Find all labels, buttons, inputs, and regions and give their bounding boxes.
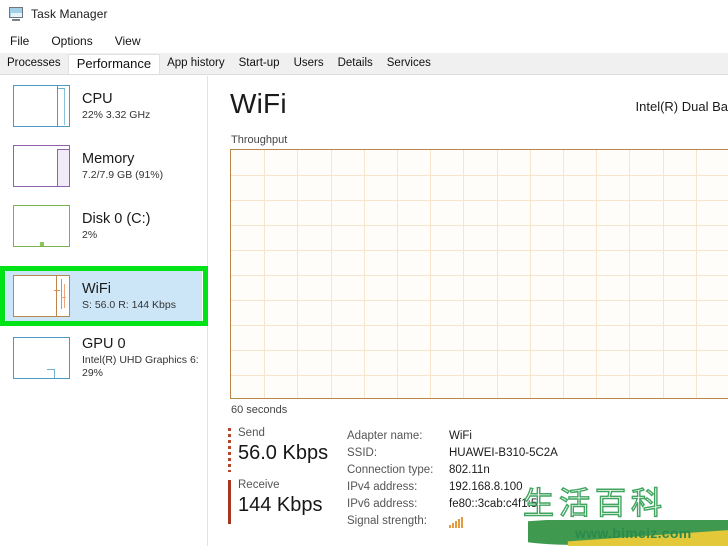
tab-start-up[interactable]: Start-up <box>232 54 287 74</box>
receive-value: 144 Kbps <box>238 494 323 516</box>
info-label-adapter-name: Adapter name: <box>347 430 423 442</box>
chart-gridline-horizontal <box>231 200 728 201</box>
network-stats: Send 56.0 Kbps Receive 144 Kbps Adapter … <box>228 426 728 546</box>
adapter-info-list: Adapter name: WiFi SSID: HUAWEI-B310-5C2… <box>347 428 727 530</box>
sidebar-item-memory[interactable]: Memory 7.2/7.9 GB (91%) <box>0 136 207 196</box>
info-label-ssid: SSID: <box>347 447 378 459</box>
performance-detail-panel: WiFi Intel(R) Dual Ba Throughput 60 seco… <box>209 76 728 546</box>
task-manager-icon <box>8 7 24 21</box>
info-row-ipv4: IPv4 address: 192.168.8.100 <box>347 479 727 496</box>
sidebar-item-memory-sub: 7.2/7.9 GB (91%) <box>82 168 164 181</box>
sidebar-item-wifi-title: WiFi <box>82 280 111 297</box>
chart-gridline-horizontal <box>231 375 728 376</box>
chart-gridline-horizontal <box>231 300 728 301</box>
info-value-ipv4: 192.168.8.100 <box>449 481 523 493</box>
sidebar-item-memory-title: Memory <box>82 150 135 167</box>
resource-sidebar: CPU 22% 3.32 GHz Memory 7.2/7.9 GB (91%)… <box>0 76 208 546</box>
wifi-thumbnail <box>13 275 70 317</box>
sidebar-item-disk-sub: 2% <box>82 228 98 241</box>
sidebar-item-cpu[interactable]: CPU 22% 3.32 GHz <box>0 76 207 136</box>
info-value-adapter-name: WiFi <box>449 430 472 442</box>
info-row-ipv6: IPv6 address: fe80::3cab:c4f1:5 <box>347 496 727 513</box>
tab-app-history[interactable]: App history <box>160 54 232 74</box>
info-label-connection-type: Connection type: <box>347 464 434 476</box>
info-label-signal-strength: Signal strength: <box>347 515 427 527</box>
disk-thumbnail <box>13 205 70 247</box>
title-bar: Task Manager <box>0 0 728 28</box>
menu-item-view[interactable]: View <box>113 33 143 49</box>
sidebar-item-gpu-sub2: 29% <box>82 367 104 379</box>
sidebar-item-disk-title: Disk 0 (C:) <box>82 210 151 227</box>
sidebar-item-wifi-sub: S: 56.0 R: 144 Kbps <box>82 298 176 311</box>
info-value-ipv6: fe80::3cab:c4f1:5 <box>449 498 538 510</box>
sidebar-item-gpu[interactable]: GPU 0 Intel(R) UHD Graphics 6: 29% <box>0 328 207 388</box>
send-color-marker <box>228 428 231 472</box>
receive-color-marker <box>228 480 231 524</box>
sidebar-item-gpu-sub: Intel(R) UHD Graphics 6: <box>82 354 199 366</box>
menu-item-file[interactable]: File <box>8 33 31 49</box>
info-row-connection-type: Connection type: 802.11n <box>347 462 727 479</box>
info-row-signal-strength: Signal strength: <box>347 513 727 530</box>
tab-details[interactable]: Details <box>331 54 380 74</box>
memory-thumbnail <box>13 145 70 187</box>
menu-item-options[interactable]: Options <box>49 33 94 49</box>
sidebar-item-wifi[interactable]: WiFi S: 56.0 R: 144 Kbps <box>0 266 207 326</box>
info-label-ipv4: IPv4 address: <box>347 481 418 493</box>
sidebar-item-cpu-sub: 22% 3.32 GHz <box>82 108 151 121</box>
info-row-ssid: SSID: HUAWEI-B310-5C2A <box>347 445 727 462</box>
send-value: 56.0 Kbps <box>238 442 329 464</box>
tab-strip: Processes Performance App history Start-… <box>0 53 728 75</box>
sidebar-item-cpu-title: CPU <box>82 90 113 107</box>
tab-services[interactable]: Services <box>380 54 438 74</box>
chart-gridline-horizontal <box>231 350 728 351</box>
chart-gridline-horizontal <box>231 175 728 176</box>
chart-x-axis-label: 60 seconds <box>231 404 288 416</box>
receive-label: Receive <box>238 479 280 491</box>
tab-performance[interactable]: Performance <box>67 54 161 74</box>
gpu-thumbnail <box>13 337 70 379</box>
chart-gridline-horizontal <box>231 225 728 226</box>
sidebar-item-gpu-title: GPU 0 <box>82 336 126 352</box>
page-title: WiFi <box>230 88 287 119</box>
info-value-connection-type: 802.11n <box>449 464 490 476</box>
cpu-thumbnail <box>13 85 70 127</box>
info-row-adapter-name: Adapter name: WiFi <box>347 428 727 445</box>
info-label-ipv6: IPv6 address: <box>347 498 418 510</box>
throughput-chart <box>230 149 728 399</box>
menu-bar: File Options View <box>0 31 728 51</box>
window-title: Task Manager <box>31 7 108 21</box>
send-label: Send <box>238 427 265 439</box>
info-value-ssid: HUAWEI-B310-5C2A <box>449 447 558 459</box>
chart-gridline-horizontal <box>231 275 728 276</box>
tab-users[interactable]: Users <box>287 54 331 74</box>
chart-gridline-horizontal <box>231 250 728 251</box>
chart-caption: Throughput <box>231 134 288 146</box>
chart-gridline-horizontal <box>231 325 728 326</box>
signal-strength-icon <box>449 516 465 528</box>
adapter-title: Intel(R) Dual Ba <box>635 99 728 114</box>
task-manager-window: Task Manager File Options View Processes… <box>0 0 728 546</box>
sidebar-item-disk[interactable]: Disk 0 (C:) 2% <box>0 196 207 256</box>
tab-processes[interactable]: Processes <box>0 54 68 74</box>
